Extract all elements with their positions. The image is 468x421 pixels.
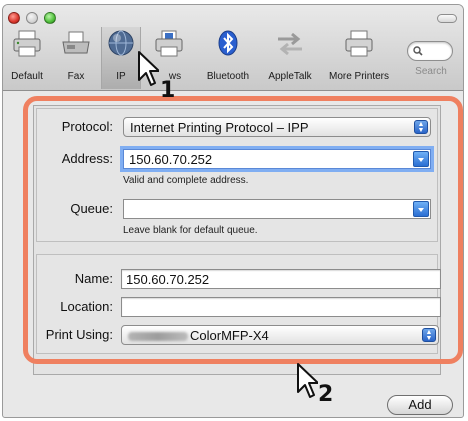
protocol-select[interactable]: Internet Printing Protocol – IPP ▲ ▼ (123, 117, 431, 137)
address-hint: Valid and complete address. (123, 175, 249, 186)
search-icon (413, 46, 423, 56)
toolbar-windows[interactable]: ws (147, 27, 191, 89)
name-value: 150.60.70.252 (126, 272, 210, 287)
toolbar-label-more-printers: More Printers (328, 71, 389, 82)
fax-icon (59, 27, 93, 61)
toolbar-fax[interactable]: Fax (57, 27, 95, 89)
toolbar-label-ip: IP (116, 71, 126, 82)
printer-info-group: Name: 150.60.70.252 Location: Print Usin… (36, 254, 441, 354)
queue-dropdown-arrow-icon[interactable] (413, 201, 429, 217)
search-input[interactable] (407, 41, 453, 61)
close-window-button[interactable] (8, 12, 20, 24)
toolbar-toggle-button[interactable] (437, 14, 457, 23)
add-button[interactable]: Add (387, 395, 453, 415)
default-printer-icon (10, 27, 44, 61)
queue-hint: Leave blank for default queue. (123, 225, 258, 236)
connection-group: Protocol: Internet Printing Protocol – I… (36, 108, 438, 242)
toolbar-label-default: Default (11, 71, 43, 82)
toolbar: Default Fax IP ws Bluetooth AppleTalk Mo… (3, 5, 463, 91)
appletalk-icon (273, 27, 307, 61)
queue-label: Queue: (70, 201, 113, 216)
stepper-arrows-icon: ▲ ▼ (422, 328, 436, 342)
toolbar-default[interactable]: Default (5, 27, 49, 89)
print-using-label: Print Using: (45, 327, 113, 342)
location-label: Location: (60, 299, 113, 314)
protocol-value: Internet Printing Protocol – IPP (130, 120, 309, 135)
bluetooth-icon (211, 27, 245, 61)
name-field[interactable]: 150.60.70.252 (121, 269, 441, 289)
protocol-label: Protocol: (61, 119, 113, 134)
toolbar-label-bluetooth: Bluetooth (206, 71, 250, 82)
redacted-vendor-name (128, 332, 188, 342)
toolbar-label-windows: ws (168, 71, 182, 82)
zoom-window-button[interactable] (44, 12, 56, 24)
queue-field[interactable] (123, 199, 431, 219)
stepper-arrows-icon: ▲ ▼ (414, 120, 428, 134)
printer-settings-panel: Protocol: Internet Printing Protocol – I… (33, 105, 441, 375)
ip-globe-icon (104, 27, 138, 61)
toolbar-search: Search (407, 41, 455, 77)
toolbar-ip[interactable]: IP (101, 27, 141, 89)
windows-printer-icon (152, 27, 186, 61)
add-printer-window: Default Fax IP ws Bluetooth AppleTalk Mo… (2, 4, 464, 418)
address-value: 150.60.70.252 (129, 152, 213, 167)
name-label: Name: (74, 271, 113, 286)
address-field[interactable]: 150.60.70.252 (123, 149, 431, 169)
toolbar-appletalk[interactable]: AppleTalk (261, 27, 319, 89)
print-using-value: ColorMFP-X4 (190, 328, 269, 343)
toolbar-label-appletalk: AppleTalk (268, 71, 312, 82)
print-using-select[interactable]: ColorMFP-X4 ▲ ▼ (121, 325, 439, 345)
minimize-window-button[interactable] (26, 12, 38, 24)
search-label: Search (415, 66, 447, 77)
toolbar-more-printers[interactable]: More Printers (323, 27, 395, 89)
toolbar-bluetooth[interactable]: Bluetooth (199, 27, 257, 89)
address-label: Address: (61, 151, 113, 166)
address-dropdown-arrow-icon[interactable] (413, 151, 429, 167)
more-printers-icon (342, 27, 376, 61)
location-field[interactable] (121, 297, 441, 317)
toolbar-label-fax: Fax (67, 71, 85, 82)
